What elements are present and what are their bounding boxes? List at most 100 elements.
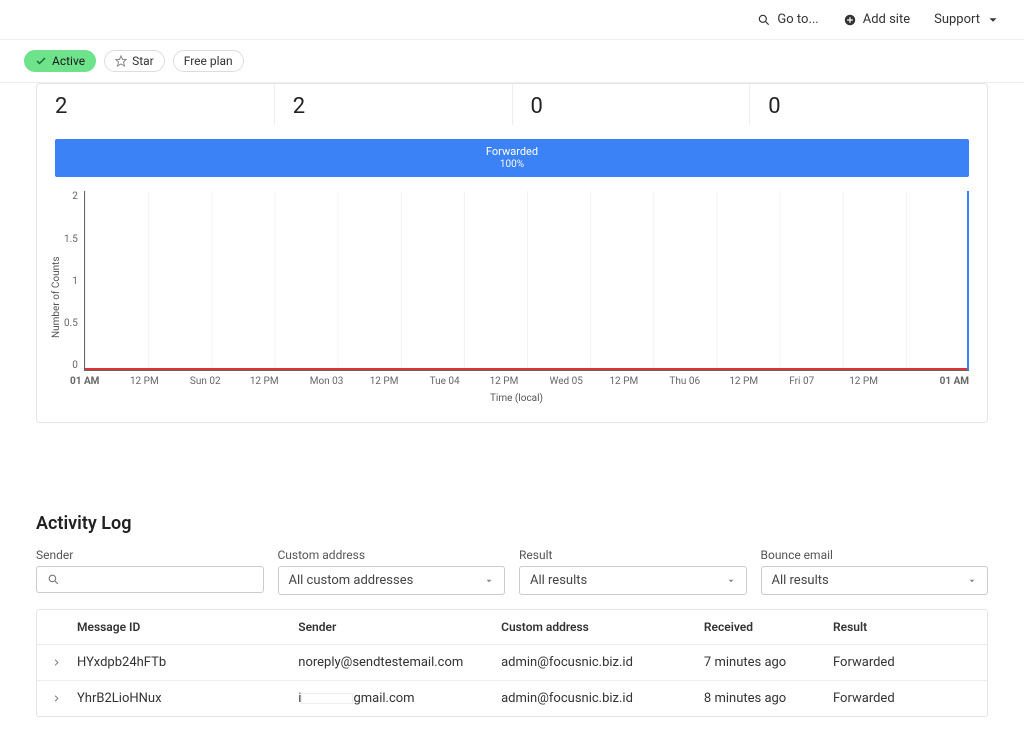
chevron-right-icon <box>51 693 62 704</box>
header-custom: Custom address <box>501 620 704 634</box>
search-icon <box>757 13 771 27</box>
chart-y-label: Number of Counts <box>49 191 64 404</box>
x-tick: Fri 07 <box>789 376 849 387</box>
chart-plot <box>84 191 969 371</box>
bounce-filter-select[interactable]: All results <box>761 566 989 595</box>
support-menu[interactable]: Support <box>934 12 1000 27</box>
forwarded-bar: Forwarded 100% <box>55 139 969 177</box>
plan-pill[interactable]: Free plan <box>173 50 244 72</box>
check-icon <box>35 55 47 67</box>
expand-row-button[interactable] <box>51 657 77 668</box>
chart: Number of Counts 2 1.5 1 0.5 0 <box>37 187 987 422</box>
goto-button[interactable]: Go to... <box>757 12 818 27</box>
search-icon <box>47 573 60 586</box>
y-tick: 1 <box>72 276 78 287</box>
redacted-segment <box>301 693 353 704</box>
stat-cell: 0 <box>513 84 751 125</box>
x-tick: 01 AM <box>909 376 969 387</box>
bounce-filter-label: Bounce email <box>761 548 989 562</box>
top-nav: Go to... Add site Support <box>0 0 1024 40</box>
stat-value: 2 <box>55 94 256 119</box>
chevron-down-icon <box>484 576 494 586</box>
plan-pill-label: Free plan <box>184 54 233 68</box>
cell-received: 7 minutes ago <box>704 655 833 670</box>
header-msgid: Message ID <box>77 620 298 634</box>
cell-sender: noreply@sendtestemail.com <box>298 655 501 670</box>
chart-spike <box>967 191 969 370</box>
expand-row-button[interactable] <box>51 693 77 704</box>
stats-card: 2 2 0 0 Forwarded 100% Number of Counts … <box>36 83 988 423</box>
stats-row: 2 2 0 0 <box>37 84 987 125</box>
table-row: HYxdpb24hFTb noreply@sendtestemail.com a… <box>37 645 987 681</box>
chevron-down-icon <box>967 576 977 586</box>
chevron-down-icon <box>986 13 1000 27</box>
star-icon <box>115 55 127 67</box>
x-tick: 12 PM <box>849 376 909 387</box>
x-tick: 01 AM <box>70 376 130 387</box>
chart-y-axis: 2 1.5 1 0.5 0 <box>64 191 84 371</box>
header-sender: Sender <box>298 620 501 634</box>
active-pill[interactable]: Active <box>24 50 96 72</box>
cell-received: 8 minutes ago <box>704 691 833 706</box>
cell-result: Forwarded <box>833 655 944 670</box>
custom-filter-value: All custom addresses <box>289 573 414 588</box>
result-filter-label: Result <box>519 548 747 562</box>
chevron-down-icon <box>726 576 736 586</box>
add-site-label: Add site <box>863 12 910 27</box>
x-tick: Sun 02 <box>190 376 250 387</box>
goto-label: Go to... <box>777 12 818 27</box>
y-tick: 0.5 <box>64 318 78 329</box>
x-tick: 12 PM <box>490 376 550 387</box>
stat-cell: 2 <box>275 84 513 125</box>
activity-log: Activity Log Sender Custom address All c… <box>36 513 988 717</box>
custom-filter-select[interactable]: All custom addresses <box>278 566 506 595</box>
cell-custom: admin@focusnic.biz.id <box>501 655 704 670</box>
cell-msgid: HYxdpb24hFTb <box>77 655 298 670</box>
sender-filter-input[interactable] <box>36 566 264 593</box>
x-tick: 12 PM <box>130 376 190 387</box>
x-tick: 12 PM <box>250 376 310 387</box>
stat-value: 0 <box>531 94 732 119</box>
table-row: YhrB2LioHNux igmail.com admin@focusnic.b… <box>37 681 987 716</box>
chevron-right-icon <box>51 657 62 668</box>
y-tick: 0 <box>72 360 78 371</box>
star-pill-label: Star <box>132 54 154 68</box>
stat-value: 2 <box>293 94 494 119</box>
header-result: Result <box>833 620 944 634</box>
chart-x-axis: 01 AM 12 PM Sun 02 12 PM Mon 03 12 PM Tu… <box>70 376 969 387</box>
y-tick: 2 <box>72 191 78 202</box>
activity-title: Activity Log <box>36 513 988 534</box>
x-tick: Tue 04 <box>430 376 490 387</box>
x-tick: 12 PM <box>729 376 789 387</box>
x-tick: Thu 06 <box>669 376 729 387</box>
x-tick: Wed 05 <box>550 376 610 387</box>
star-pill[interactable]: Star <box>104 50 165 72</box>
y-tick: 1.5 <box>64 234 78 245</box>
x-tick: 12 PM <box>609 376 669 387</box>
cell-sender: igmail.com <box>298 691 501 706</box>
active-pill-label: Active <box>52 54 85 68</box>
forwarded-pct: 100% <box>55 159 969 172</box>
stat-cell: 2 <box>37 84 275 125</box>
result-filter-select[interactable]: All results <box>519 566 747 595</box>
activity-filters: Sender Custom address All custom address… <box>36 548 988 595</box>
cell-msgid: YhrB2LioHNux <box>77 691 298 706</box>
bounce-filter-value: All results <box>772 573 829 588</box>
cell-custom: admin@focusnic.biz.id <box>501 691 704 706</box>
custom-filter-label: Custom address <box>278 548 506 562</box>
sender-filter-label: Sender <box>36 548 264 562</box>
stat-cell: 0 <box>750 84 987 125</box>
add-site-button[interactable]: Add site <box>843 12 910 27</box>
table-header: Message ID Sender Custom address Receive… <box>37 610 987 645</box>
cell-result: Forwarded <box>833 691 944 706</box>
status-pills-row: Active Star Free plan <box>0 40 1024 83</box>
chart-flatline <box>85 368 969 370</box>
stat-value: 0 <box>768 94 969 119</box>
activity-table: Message ID Sender Custom address Receive… <box>36 609 988 717</box>
plus-circle-icon <box>843 13 857 27</box>
forwarded-label: Forwarded <box>55 145 969 159</box>
x-tick: 12 PM <box>370 376 430 387</box>
support-label: Support <box>934 12 980 27</box>
chart-x-label: Time (local) <box>64 393 969 404</box>
x-tick: Mon 03 <box>310 376 370 387</box>
